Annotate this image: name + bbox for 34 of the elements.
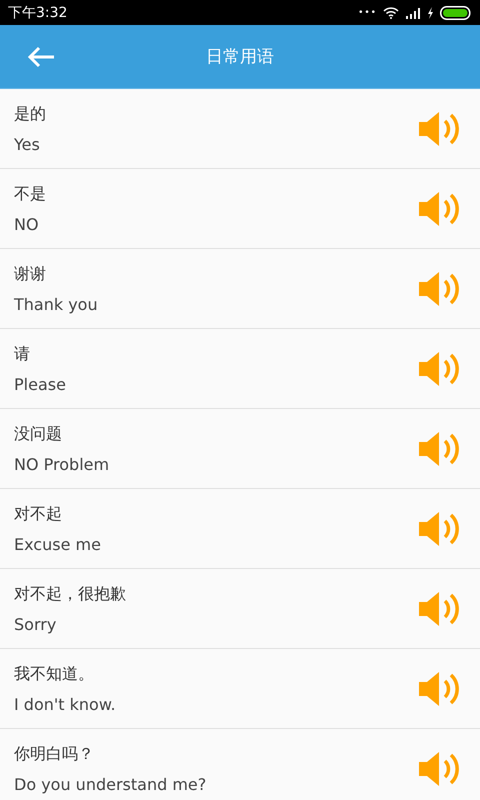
speaker-icon[interactable]: [418, 750, 462, 788]
speaker-icon[interactable]: [418, 590, 462, 628]
english-phrase: Yes: [14, 134, 40, 154]
speaker-icon[interactable]: [418, 350, 462, 388]
wifi-icon: [383, 6, 399, 18]
english-phrase: Sorry: [14, 614, 56, 634]
chinese-phrase: 不是: [14, 184, 46, 204]
status-time: 下午3:32: [8, 4, 68, 22]
chinese-phrase: 我不知道。: [14, 664, 94, 684]
chinese-phrase: 谢谢: [14, 264, 46, 284]
speaker-icon[interactable]: [418, 110, 462, 148]
speaker-icon[interactable]: [418, 510, 462, 548]
english-phrase: NO: [14, 214, 39, 234]
english-phrase: NO Problem: [14, 454, 110, 474]
chinese-phrase: 请: [14, 344, 30, 364]
speaker-icon[interactable]: [418, 430, 462, 468]
english-phrase: Do you understand me?: [14, 774, 206, 794]
chinese-phrase: 对不起，很抱歉: [14, 584, 126, 604]
notification-dots: •••: [358, 8, 377, 18]
speaker-icon[interactable]: [418, 190, 462, 228]
chinese-phrase: 是的: [14, 104, 46, 124]
english-phrase: Thank you: [14, 294, 98, 314]
speaker-icon[interactable]: [418, 270, 462, 308]
chinese-phrase: 对不起: [14, 504, 62, 524]
chinese-phrase: 没问题: [14, 424, 62, 444]
english-phrase: Excuse me: [14, 534, 101, 554]
chinese-phrase: 你明白吗？: [14, 744, 94, 764]
page-title: 日常用语: [206, 46, 274, 68]
charging-icon: [427, 6, 434, 18]
english-phrase: I don't know.: [14, 694, 116, 714]
speaker-icon[interactable]: [418, 670, 462, 708]
english-phrase: Please: [14, 374, 66, 394]
signal-icon: [405, 6, 421, 18]
battery-icon: [440, 6, 472, 20]
